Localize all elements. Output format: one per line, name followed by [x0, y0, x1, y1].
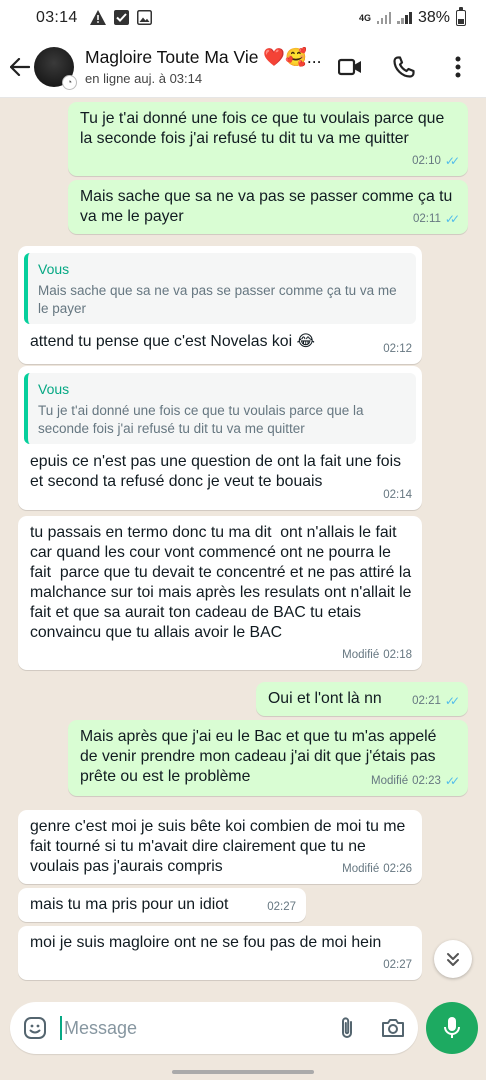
message-text: epuis ce n'est pas une question de ont l… [30, 453, 406, 490]
double-chevron-down-icon [447, 953, 459, 966]
message-input[interactable] [60, 1016, 314, 1040]
emoji-sticker-icon[interactable] [22, 1015, 48, 1041]
read-receipt-icon: ✓✓ [444, 694, 460, 708]
message-time: 02:26 [383, 863, 412, 875]
signal-icon [397, 12, 412, 24]
message-time: 02:12 [383, 343, 412, 355]
message-text: mais tu ma pris pour un idiot [30, 896, 229, 913]
message-time: 02:23 [412, 775, 441, 787]
read-receipt-icon: ✓✓ [444, 212, 460, 226]
message-text: moi je suis magloire ont ne se fou pas d… [30, 934, 382, 951]
message-meta: 02:27 [383, 955, 412, 975]
message-meta: Modifié 02:18 [342, 645, 412, 665]
mic-icon [444, 1017, 460, 1038]
read-receipt-icon: ✓✓ [444, 154, 460, 168]
message-time: 02:27 [383, 959, 412, 971]
more-vert-icon[interactable] [446, 55, 470, 79]
quote-author: Vous [38, 381, 70, 397]
message-time: 02:18 [383, 649, 412, 661]
edited-label: Modifié [342, 649, 380, 661]
message-text: tu passais en termo donc tu ma dit ont n… [30, 524, 416, 641]
message-time: 02:27 [267, 901, 296, 913]
contact-info[interactable]: Magloire Toute Ma Vie ❤️🥰... en ligne au… [85, 47, 338, 86]
message-meta: 02:10 ✓✓ [412, 151, 460, 171]
message-meta: 02:14 [383, 485, 412, 505]
status-bar: 03:14 4G 38% [0, 0, 486, 36]
attach-icon[interactable] [334, 1015, 360, 1041]
message-composer [10, 1002, 418, 1054]
status-time: 03:14 [36, 9, 78, 26]
message-bubble-incoming[interactable]: Vous Tu je t'ai donné une fois ce que tu… [18, 366, 422, 510]
message-bubble-incoming[interactable]: tu passais en termo donc tu ma dit ont n… [18, 516, 422, 670]
battery-icon [456, 7, 466, 26]
chat-header: ◔ Magloire Toute Ma Vie ❤️🥰... en ligne … [0, 36, 486, 98]
message-bubble-outgoing[interactable]: Oui et l'ont là nn 02:21 ✓✓ [256, 682, 468, 716]
battery-percent: 38% [417, 9, 450, 26]
message-time: 02:14 [383, 489, 412, 501]
message-bubble-incoming[interactable]: Vous Mais sache que sa ne va pas se pass… [18, 246, 422, 364]
image-icon [136, 9, 152, 27]
message-time: 02:21 [412, 695, 441, 707]
contact-status: en ligne auj. à 03:14 [85, 71, 203, 86]
message-bubble-outgoing[interactable]: Mais après que j'ai eu le Bac et que tu … [68, 720, 468, 796]
checkbox-icon [113, 9, 129, 27]
message-meta: Modifié 02:23 ✓✓ [371, 771, 460, 791]
status-ring-icon: ◔ [62, 74, 77, 90]
message-meta: 02:12 [383, 339, 412, 359]
edited-label: Modifié [342, 863, 380, 875]
quoted-message[interactable]: Vous Mais sache que sa ne va pas se pass… [24, 253, 416, 324]
phone-call-icon[interactable] [392, 55, 416, 79]
message-text: Tu je t'ai donné une fois ce que tu voul… [80, 110, 449, 147]
mic-button[interactable] [426, 1002, 478, 1054]
edited-label: Modifié [371, 775, 409, 787]
message-bubble-outgoing[interactable]: Mais sache que sa ne va pas se passer co… [68, 180, 468, 234]
message-bubble-incoming[interactable]: mais tu ma pris pour un idiot 02:27 [18, 888, 306, 922]
home-indicator [172, 1070, 314, 1074]
quote-text: Mais sache que sa ne va pas se passer co… [38, 283, 397, 316]
message-text: Mais sache que sa ne va pas se passer co… [80, 188, 457, 225]
video-call-icon[interactable] [338, 55, 362, 79]
chat-area[interactable]: Tu je t'ai donné une fois ce que tu voul… [0, 98, 486, 998]
message-bubble-outgoing[interactable]: Tu je t'ai donné une fois ce que tu voul… [68, 102, 468, 176]
message-time: 02:11 [412, 213, 441, 225]
camera-icon[interactable] [380, 1015, 406, 1041]
scroll-to-bottom-button[interactable] [434, 940, 472, 978]
avatar[interactable]: ◔ [34, 46, 77, 90]
message-bubble-incoming[interactable]: moi je suis magloire ont ne se fou pas d… [18, 926, 422, 980]
message-meta: Modifié 02:26 [342, 859, 412, 879]
message-bubble-incoming[interactable]: genre c'est moi je suis bête koi combien… [18, 810, 422, 884]
read-receipt-icon: ✓✓ [444, 774, 460, 788]
warning-icon [89, 9, 106, 27]
quoted-message[interactable]: Vous Tu je t'ai donné une fois ce que tu… [24, 373, 416, 444]
message-meta: 02:11 ✓✓ [412, 209, 460, 229]
quote-text: Tu je t'ai donné une fois ce que tu voul… [38, 403, 364, 436]
network-type-label: 4G [358, 12, 371, 23]
message-meta: 02:27 [267, 897, 296, 917]
contact-name: Magloire Toute Ma Vie ❤️🥰... [85, 47, 322, 67]
message-meta: 02:21 ✓✓ [412, 691, 460, 711]
back-arrow-icon[interactable] [8, 52, 32, 82]
message-text: attend tu pense que c'est Novelas koi 😂 [30, 333, 315, 350]
quote-author: Vous [38, 261, 70, 277]
signal-icon [376, 12, 392, 24]
message-time: 02:10 [412, 155, 441, 167]
